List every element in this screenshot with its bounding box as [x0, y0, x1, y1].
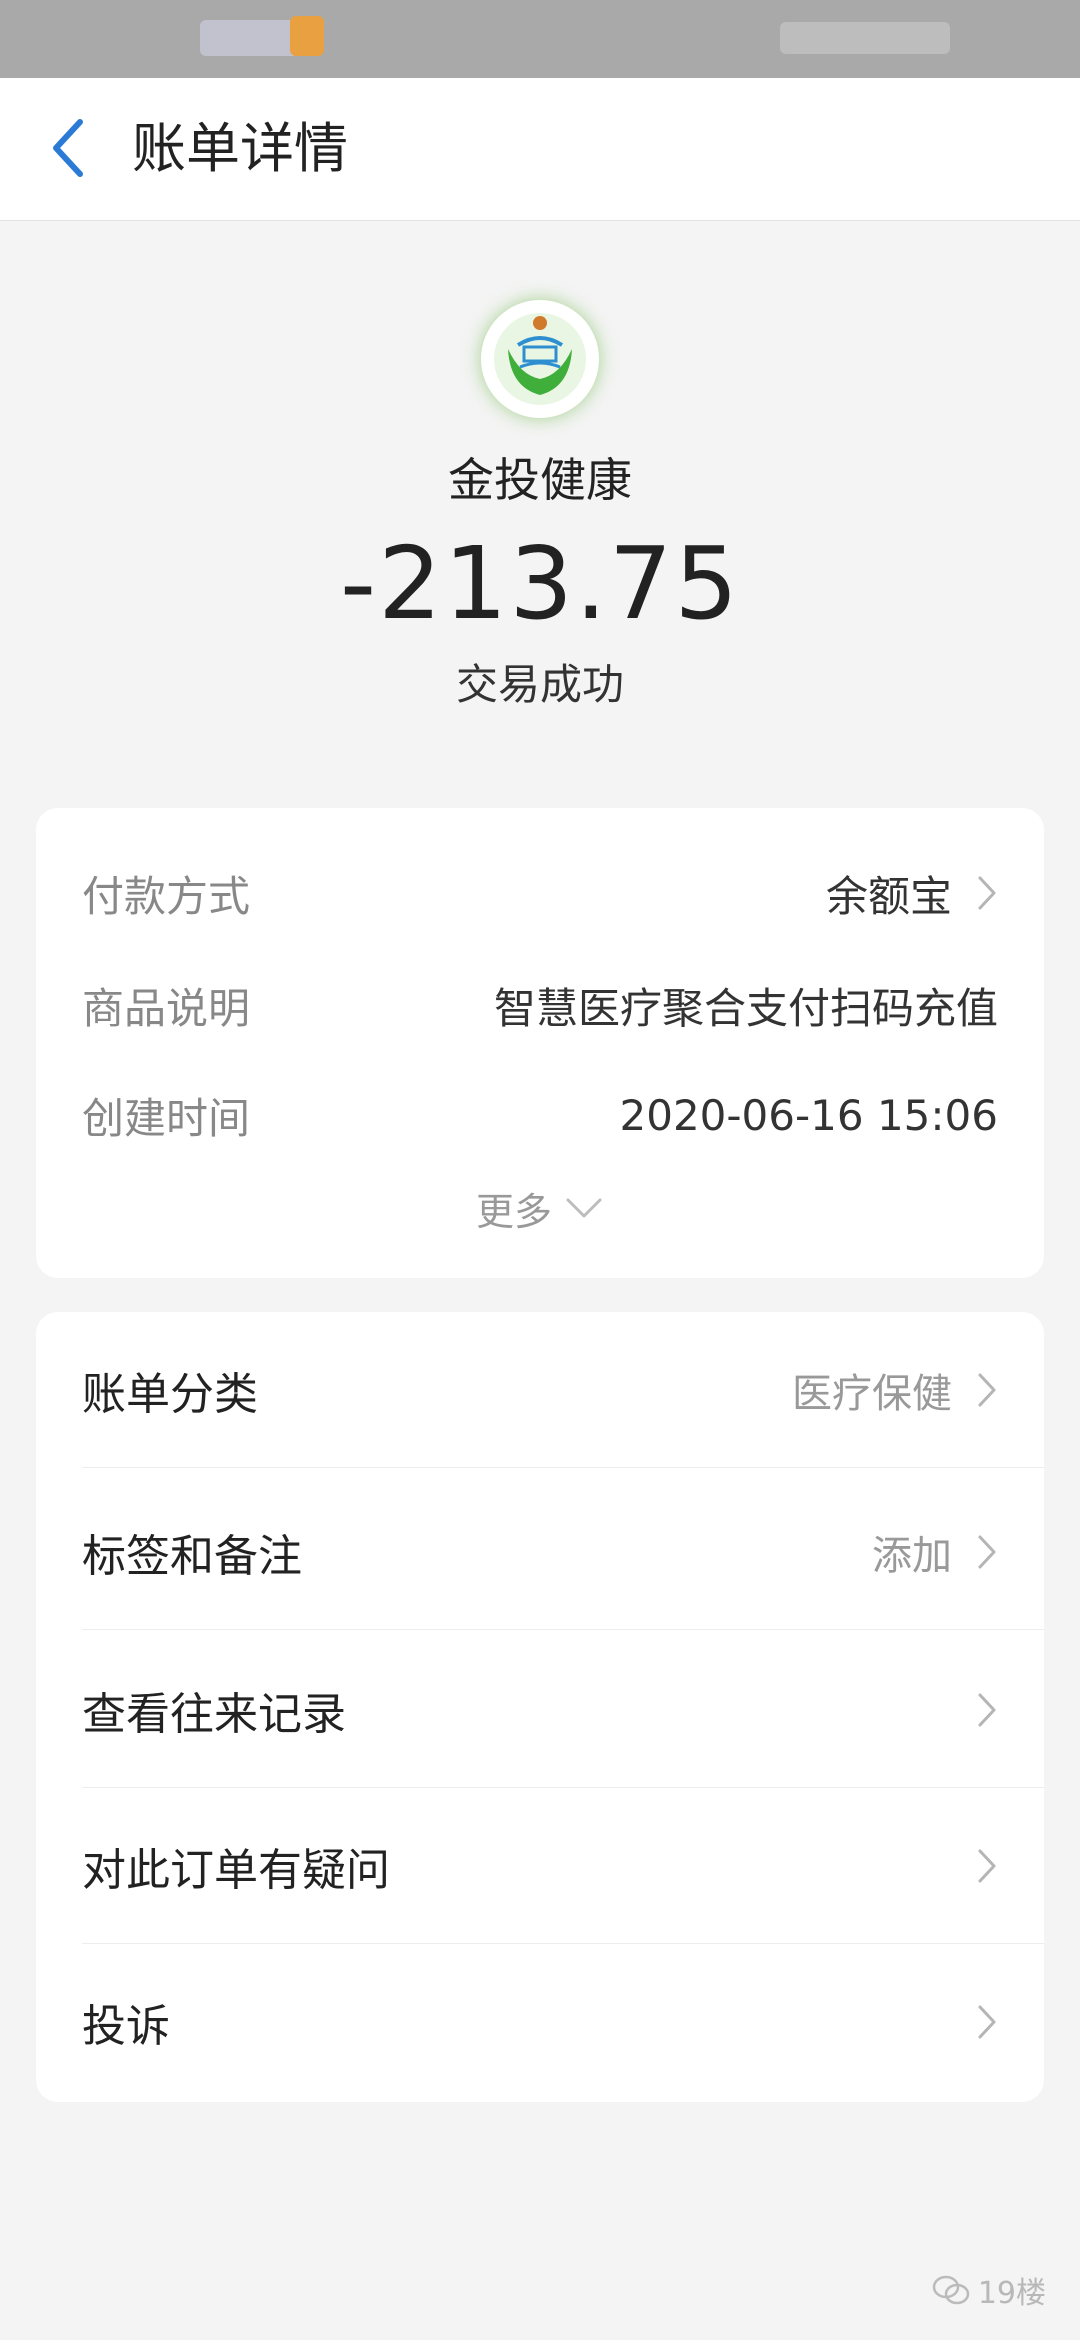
payment-method-row[interactable]: 付款方式 余额宝	[82, 858, 998, 928]
complaint-label: 投诉	[82, 2001, 170, 2052]
chevron-right-icon	[978, 876, 996, 910]
chevron-left-icon	[53, 119, 83, 177]
payment-method-label: 付款方式	[82, 871, 251, 921]
actions-card: 账单分类 医疗保健 标签和备注 添加 查看往来记录 对此订单有疑问 投诉	[36, 1312, 1044, 2102]
bill-category-row[interactable]: 账单分类 医疗保健	[36, 1312, 1044, 1468]
created-time-value: 2020-06-16 15:06	[619, 1090, 998, 1140]
chevron-right-icon	[978, 1849, 996, 1883]
order-question-row[interactable]: 对此订单有疑问	[36, 1788, 1044, 1944]
product-description-label: 商品说明	[82, 983, 251, 1033]
tags-notes-value: 添加	[872, 1533, 952, 1579]
wechat-icon	[932, 2275, 970, 2305]
chevron-right-icon	[978, 1693, 996, 1727]
system-icons	[780, 22, 950, 54]
status-bar	[0, 0, 1080, 78]
page-title: 账单详情	[132, 117, 348, 180]
tags-notes-row[interactable]: 标签和备注 添加	[36, 1474, 1044, 1630]
health-hands-logo-icon	[494, 313, 586, 405]
complaint-row[interactable]: 投诉	[36, 1944, 1044, 2100]
nav-bar: 账单详情	[0, 78, 1080, 221]
view-records-row[interactable]: 查看往来记录	[36, 1632, 1044, 1788]
product-description-row: 商品说明 智慧医疗聚合支付扫码充值	[82, 970, 998, 1040]
divider	[82, 1467, 1044, 1468]
details-card: 付款方式 余额宝 商品说明 智慧医疗聚合支付扫码充值 创建时间 2020-06-…	[36, 808, 1044, 1278]
bill-category-value: 医疗保健	[792, 1371, 952, 1417]
divider	[82, 1629, 1044, 1630]
chevron-right-icon	[978, 2005, 996, 2039]
merchant-header: 金投健康 -213.75 交易成功	[0, 300, 1080, 714]
created-time-row: 创建时间 2020-06-16 15:06	[82, 1080, 998, 1150]
order-question-label: 对此订单有疑问	[82, 1845, 390, 1896]
merchant-logo	[481, 300, 599, 418]
view-records-label: 查看往来记录	[82, 1689, 346, 1740]
transaction-amount: -213.75	[340, 525, 740, 642]
chevron-down-icon	[566, 1198, 602, 1218]
chevron-right-icon	[978, 1373, 996, 1407]
bill-category-label: 账单分类	[82, 1369, 258, 1420]
watermark-text: 19楼	[977, 2276, 1046, 2311]
app-badge-icon	[290, 16, 324, 56]
more-label: 更多	[475, 1189, 552, 1234]
transaction-status: 交易成功	[455, 660, 624, 709]
created-time-label: 创建时间	[82, 1093, 251, 1143]
tags-notes-label: 标签和备注	[82, 1531, 302, 1582]
chevron-right-icon	[978, 1535, 996, 1569]
product-description-value: 智慧医疗聚合支付扫码充值	[493, 983, 998, 1033]
watermark: 19楼	[932, 2268, 1046, 2312]
back-button[interactable]	[28, 108, 108, 188]
payment-method-value: 余额宝	[825, 871, 952, 921]
merchant-name: 金投健康	[448, 453, 632, 507]
more-button[interactable]: 更多	[36, 1178, 1044, 1238]
